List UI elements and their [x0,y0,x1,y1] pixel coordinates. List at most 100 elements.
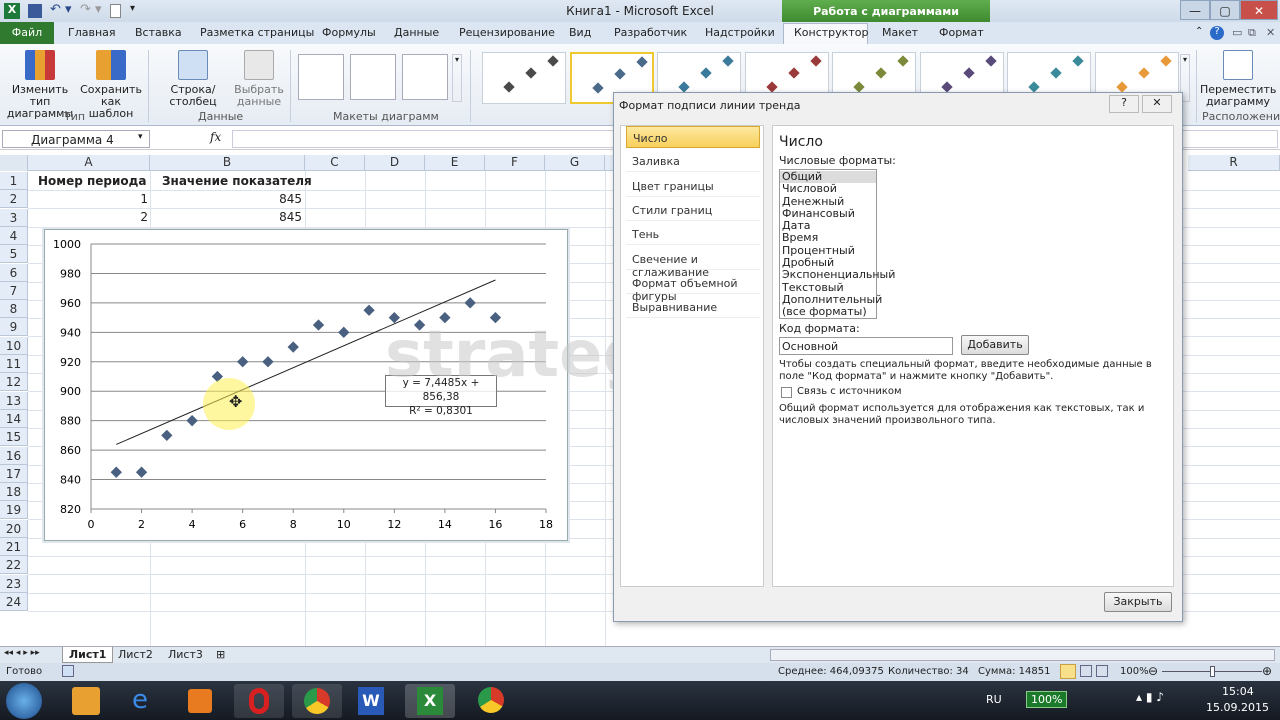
scatter-chart[interactable]: 820 840 860 880 900 920 940 960 980 1000 0 2 4 6 8 10 12… [44,229,568,541]
row-header-15[interactable]: 15 [0,428,28,447]
word-icon[interactable]: W [358,687,384,715]
data-point[interactable] [388,311,400,324]
battery-indicator[interactable]: 100% [1026,691,1068,708]
row-header-19[interactable]: 19 [0,501,28,520]
tab-home[interactable]: Главная [68,26,116,39]
row-header-18[interactable]: 18 [0,483,28,502]
tab-insert[interactable]: Вставка [135,26,182,39]
row-header-17[interactable]: 17 [0,464,28,483]
zoom-level[interactable]: 100% [1120,666,1149,677]
dialog-nav-item[interactable]: Число [626,126,760,148]
row-header-16[interactable]: 16 [0,446,28,465]
cell-B2[interactable]: 845 [150,190,302,208]
zoom-out-button[interactable]: ⊖ [1148,664,1158,678]
cell-B1[interactable]: Значение показателя [162,172,312,190]
data-point[interactable] [262,356,274,368]
cell-B3[interactable]: 845 [150,208,302,226]
row-header-5[interactable]: 5 [0,245,28,264]
dialog-nav-item[interactable]: Выравнивание [626,296,760,319]
row-header-11[interactable]: 11 [0,355,28,373]
dialog-help-button[interactable]: ? [1109,95,1139,113]
format-option[interactable]: Числовой [780,182,876,195]
row-header-23[interactable]: 23 [0,574,28,593]
data-point[interactable] [338,326,350,338]
outlook-icon[interactable] [72,687,100,715]
chart-layout-1[interactable] [298,54,344,100]
tab-format[interactable]: Формат [939,26,984,39]
column-header-F[interactable]: F [485,155,545,171]
doc-minimize-icon[interactable]: ▭ [1232,26,1242,39]
chrome-icon-2[interactable] [478,687,504,713]
layouts-scroll[interactable]: ▾ [452,54,462,102]
row-header-9[interactable]: 9 [0,318,28,337]
data-point[interactable] [439,311,451,324]
row-header-7[interactable]: 7 [0,281,28,300]
tab-formulas[interactable]: Формулы [322,26,376,39]
column-header-R[interactable]: R [1188,155,1280,171]
sheet-tab-2[interactable]: Лист2 [112,648,159,661]
insert-sheet-icon[interactable]: ⊞ [216,648,225,661]
column-header-A[interactable]: A [28,155,150,171]
row-header-3[interactable]: 3 [0,208,28,227]
dialog-close-x-button[interactable]: ✕ [1142,95,1172,113]
chrome-taskbar-button[interactable] [292,684,342,718]
data-point[interactable] [413,319,426,331]
excel-taskbar-button[interactable]: X [405,684,455,718]
clock-time[interactable]: 15:04 [1222,685,1254,698]
tab-developer[interactable]: Разработчик [614,26,687,39]
doc-close-icon[interactable]: ✕ [1266,26,1275,39]
move-chart-button[interactable]: Переместить диаграмму [1200,50,1276,108]
column-header-E[interactable]: E [425,155,485,171]
add-format-button[interactable]: Добавить [961,335,1029,355]
data-point[interactable] [186,415,198,427]
name-box-dropdown-icon[interactable]: ▾ [138,132,143,142]
row-header-10[interactable]: 10 [0,336,28,355]
dialog-nav-item[interactable]: Свечение и сглаживание [626,248,760,279]
page-layout-view-button[interactable] [1080,665,1092,677]
format-option[interactable]: (все форматы) [780,305,876,318]
data-point[interactable] [464,297,476,309]
fx-icon[interactable]: fx [210,130,221,144]
row-header-24[interactable]: 24 [0,592,28,611]
macro-record-icon[interactable] [62,665,74,677]
row-header-22[interactable]: 22 [0,556,28,575]
data-point[interactable] [110,466,122,478]
page-break-view-button[interactable] [1096,665,1108,677]
opera-taskbar-button[interactable] [234,684,284,718]
normal-view-button[interactable] [1060,664,1076,679]
data-point[interactable] [489,311,502,324]
cell-A1[interactable]: Номер периода [38,172,146,190]
name-box[interactable]: Диаграмма 4 [2,130,150,148]
tray-icons[interactable]: ▴ ▮ ♪ [1136,690,1164,704]
switch-row-column-button[interactable]: Строка/столбец [152,50,234,108]
select-data-button[interactable]: Выбрать данные [234,50,284,108]
data-point[interactable] [237,356,249,368]
number-formats-list[interactable]: Общий Числовой Денежный Финансовый Дата Время… [779,169,895,319]
row-header-6[interactable]: 6 [0,263,28,282]
row-header-4[interactable]: 4 [0,226,28,245]
column-header-C[interactable]: C [305,155,365,171]
row-header-14[interactable]: 14 [0,409,28,428]
sheet-tab-3[interactable]: Лист3 [162,648,209,661]
row-header-12[interactable]: 12 [0,373,28,392]
dialog-nav-item[interactable]: Формат объемной фигуры [626,272,760,303]
dialog-nav-item[interactable]: Тень [626,223,760,246]
clock-date[interactable]: 15.09.2015 [1206,701,1269,714]
start-button[interactable] [6,683,42,719]
trendline-label[interactable]: y = 7,4485x + 856,38 R² = 0,8301 [385,375,497,417]
data-point[interactable] [312,319,325,331]
tab-design[interactable]: Конструктор [794,26,868,39]
tab-layout[interactable]: Макет [882,26,918,39]
column-header-B[interactable]: B [150,155,305,171]
save-as-template-button[interactable]: Сохранить как шаблон [78,50,144,120]
data-point[interactable] [363,304,375,316]
column-header-G[interactable]: G [545,155,605,171]
select-all-corner[interactable] [0,155,28,171]
tab-page-layout[interactable]: Разметка страницы [200,26,314,39]
doc-restore-icon[interactable]: ⧉ [1248,26,1256,40]
dialog-close-button[interactable]: Закрыть [1104,592,1172,612]
minimize-button[interactable]: — [1180,0,1210,20]
sheet-nav-arrows[interactable]: ◂◂ ◂ ▸ ▸▸ [4,648,40,658]
zoom-slider-thumb[interactable] [1210,666,1215,677]
format-code-input[interactable]: Основной [779,337,953,355]
